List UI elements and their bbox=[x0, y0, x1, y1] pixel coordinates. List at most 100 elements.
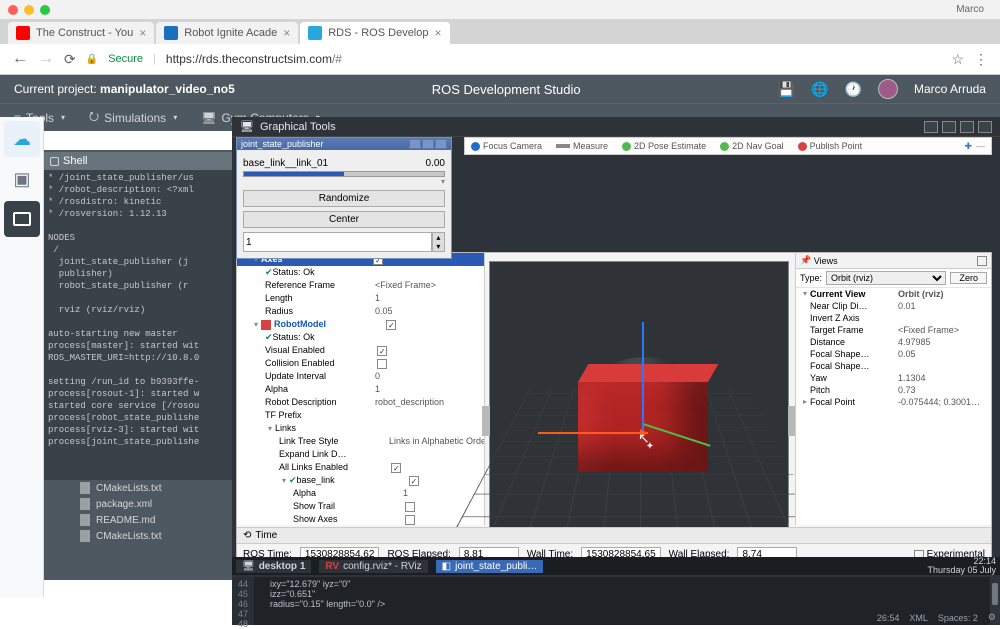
checkbox[interactable] bbox=[391, 463, 401, 473]
back-icon[interactable]: ← bbox=[12, 50, 28, 68]
joint-value: 0.00 bbox=[426, 158, 445, 169]
username-label[interactable]: Marco Arruda bbox=[914, 82, 986, 96]
pane-close-icon[interactable] bbox=[978, 121, 992, 133]
pose-estimate-button[interactable]: 2D Pose Estimate bbox=[622, 141, 706, 151]
tree-visual-enabled[interactable]: Visual Enabled bbox=[265, 344, 375, 357]
window-max-btn[interactable] bbox=[40, 5, 50, 15]
rviz-3d-viewport[interactable]: ↖✦ bbox=[489, 261, 789, 551]
browser-tab-2[interactable]: Robot Ignite Acade × bbox=[156, 22, 298, 44]
close-icon[interactable]: × bbox=[435, 26, 442, 40]
address-bar: ← → ⟳ 🔒 Secure | https://rds.theconstruc… bbox=[0, 44, 1000, 75]
browser-tab-3-active[interactable]: RDS - ROS Develop× bbox=[300, 22, 449, 44]
graphical-tools-titlebar[interactable]: 🖥 Graphical Tools bbox=[232, 117, 1000, 137]
window-close-btn[interactable] bbox=[8, 5, 18, 15]
jsp-spinbox[interactable] bbox=[243, 232, 432, 252]
graphical-tools-pane: 🖥 Graphical Tools joint_state_publisher … bbox=[232, 117, 1000, 625]
robot-academy-icon bbox=[164, 26, 178, 40]
jsp-titlebar[interactable]: joint_state_publisher bbox=[237, 138, 451, 150]
file-tree: CMakeLists.txt package.xml README.md CMa… bbox=[80, 480, 232, 544]
current-view[interactable]: Current View bbox=[810, 288, 898, 300]
tree-robotmodel[interactable]: RobotModel bbox=[274, 318, 384, 331]
taskbar-rviz[interactable]: RVconfig.rviz* - RViz bbox=[319, 560, 427, 573]
joint-state-publisher-window[interactable]: joint_state_publisher base_link__link_01… bbox=[236, 137, 452, 259]
pane-maximize-icon[interactable] bbox=[960, 121, 974, 133]
taskbar-jsp[interactable]: ◧joint_state_publi… bbox=[436, 560, 544, 573]
user-avatar[interactable] bbox=[878, 79, 898, 99]
plus-icon[interactable]: ✚ bbox=[964, 141, 972, 152]
jsp-max-icon[interactable] bbox=[422, 139, 434, 149]
checkbox[interactable] bbox=[377, 359, 387, 369]
app-title: ROS Development Studio bbox=[432, 82, 581, 97]
jsp-close-icon[interactable] bbox=[435, 139, 447, 149]
jsp-min-icon[interactable] bbox=[409, 139, 421, 149]
shell-output[interactable]: * /joint_state_publisher/us * /robot_des… bbox=[44, 170, 232, 480]
center-button[interactable]: Center bbox=[243, 211, 445, 228]
zero-button[interactable]: Zero bbox=[950, 272, 987, 284]
checkbox[interactable] bbox=[377, 346, 387, 356]
forward-icon[interactable]: → bbox=[38, 50, 54, 68]
tree-status: Status: Ok bbox=[273, 266, 383, 279]
clock-icon[interactable]: 🕐 bbox=[845, 81, 862, 98]
tree-links[interactable]: Links bbox=[275, 422, 385, 435]
joint-slider[interactable] bbox=[243, 171, 445, 177]
pane-minimize-icon[interactable] bbox=[942, 121, 956, 133]
close-icon[interactable]: × bbox=[139, 26, 146, 40]
code-editor[interactable]: 4445464748 ixy="12.679" iyz="0" izz="0.6… bbox=[232, 577, 1000, 625]
tree-base-link[interactable]: base_link bbox=[297, 474, 407, 487]
checkbox[interactable] bbox=[386, 320, 396, 330]
randomize-button[interactable]: Randomize bbox=[243, 190, 445, 207]
focus-camera-button[interactable]: Focus Camera bbox=[471, 141, 542, 151]
minus-icon[interactable]: — bbox=[976, 141, 985, 152]
macos-window-buttons: Marco bbox=[0, 0, 1000, 19]
checkbox[interactable] bbox=[405, 515, 415, 525]
views-close-icon[interactable] bbox=[977, 256, 987, 266]
publish-point-button[interactable]: Publish Point bbox=[798, 141, 863, 151]
measure-button[interactable]: Measure bbox=[556, 141, 608, 151]
displays-panel[interactable]: ▾Axes ✔Status: Ok Reference Frame<Fixed … bbox=[237, 253, 485, 525]
rviz-toolbar: Focus Camera Measure 2D Pose Estimate 2D… bbox=[464, 137, 992, 155]
menu-simulations[interactable]: ⭮Simulations bbox=[89, 107, 177, 128]
tree-radius[interactable]: Radius bbox=[265, 305, 375, 318]
spin-up-icon[interactable]: ▴▾ bbox=[432, 232, 445, 252]
z-axis bbox=[642, 322, 644, 436]
dock-monitor-icon[interactable] bbox=[4, 201, 40, 237]
bookmark-star-icon[interactable]: ☆ bbox=[951, 51, 964, 68]
view-type-select[interactable]: Orbit (rviz) bbox=[826, 271, 946, 285]
language-mode[interactable]: XML bbox=[909, 613, 928, 623]
close-icon[interactable]: × bbox=[283, 26, 290, 40]
time-title: Time bbox=[255, 530, 277, 541]
shell-title-bar[interactable]: Shell bbox=[44, 152, 232, 170]
save-icon[interactable]: 💾 bbox=[778, 81, 795, 98]
app-header: Current project: manipulator_video_no5 R… bbox=[0, 75, 1000, 103]
browser-tab-1[interactable]: The Construct - You× bbox=[8, 22, 154, 44]
reload-icon[interactable]: ⟳ bbox=[64, 51, 76, 68]
project-label: Current project: manipulator_video_no5 bbox=[14, 82, 235, 96]
dock-cloud-icon[interactable]: ☁ bbox=[4, 121, 40, 157]
browser-menu-icon[interactable]: ⋮ bbox=[974, 51, 988, 68]
viewport-left-handle[interactable] bbox=[482, 406, 490, 436]
taskbar-desktop[interactable]: 🖥desktop 1 bbox=[236, 560, 311, 573]
indent-mode[interactable]: Spaces: 2 bbox=[938, 613, 978, 623]
nav-goal-button[interactable]: 2D Nav Goal bbox=[720, 141, 784, 151]
pane-restore-icon[interactable] bbox=[924, 121, 938, 133]
tree-length[interactable]: Length bbox=[265, 292, 375, 305]
file-item[interactable]: CMakeLists.txt bbox=[80, 528, 232, 544]
checkbox[interactable] bbox=[405, 502, 415, 512]
os-user-label: Marco bbox=[956, 4, 992, 15]
url-field[interactable]: https://rds.theconstructsim.com/# bbox=[166, 52, 342, 66]
rviz-window: ▾Axes ✔Status: Ok Reference Frame<Fixed … bbox=[236, 252, 992, 572]
rds-icon bbox=[308, 26, 322, 40]
dock-terminal-icon[interactable]: ▣ bbox=[4, 161, 40, 197]
globe-icon[interactable]: 🌐 bbox=[811, 81, 828, 98]
checkbox[interactable] bbox=[409, 476, 419, 486]
file-item[interactable]: README.md bbox=[80, 512, 232, 528]
reset-icon[interactable]: ⟲ bbox=[243, 530, 251, 541]
file-item[interactable]: package.xml bbox=[80, 496, 232, 512]
window-min-btn[interactable] bbox=[24, 5, 34, 15]
tree-collision-enabled[interactable]: Collision Enabled bbox=[265, 357, 375, 370]
gear-icon[interactable]: ⚙ bbox=[988, 612, 996, 623]
file-item[interactable]: CMakeLists.txt bbox=[80, 480, 232, 496]
tab-title: Robot Ignite Acade bbox=[184, 27, 277, 39]
pin-icon[interactable]: 📌 bbox=[800, 255, 811, 266]
tree-ref-frame[interactable]: Reference Frame bbox=[265, 279, 375, 292]
